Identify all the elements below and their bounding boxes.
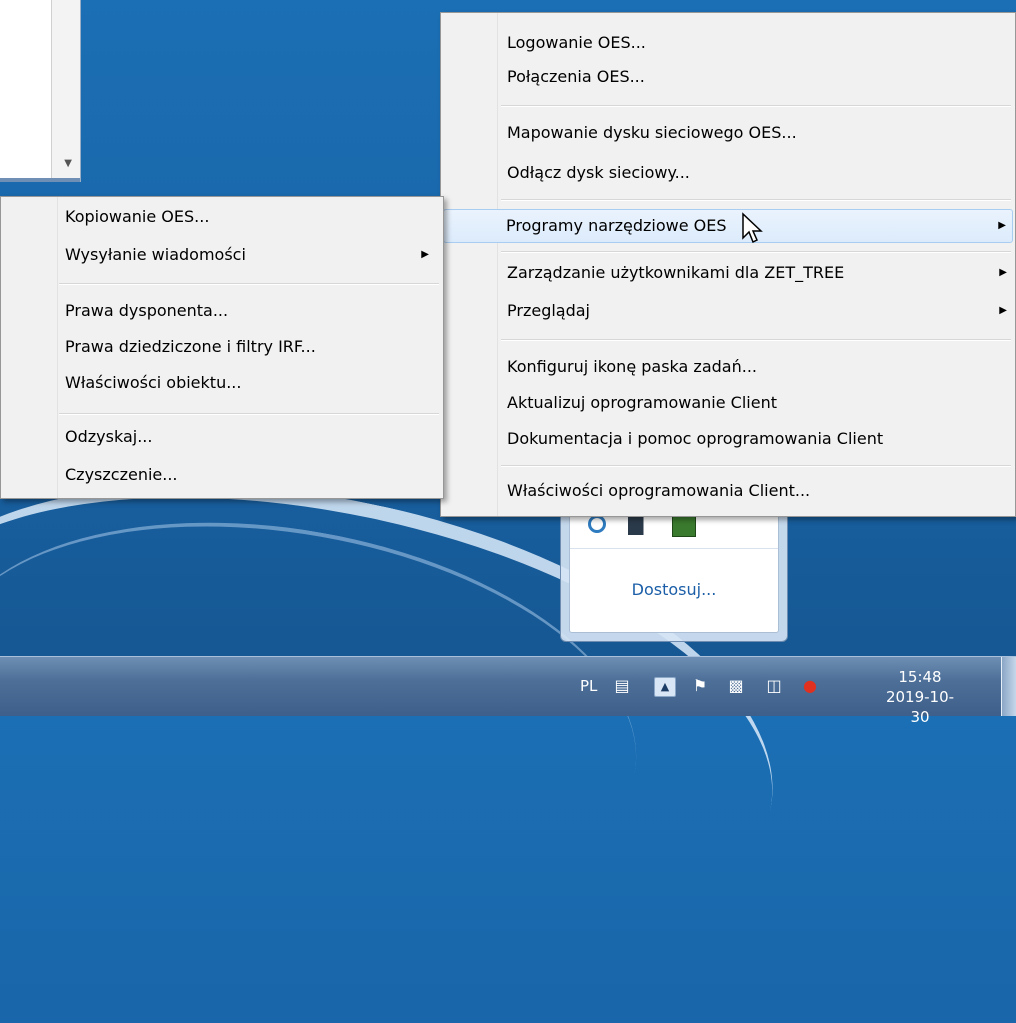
app-icon[interactable] bbox=[672, 515, 696, 537]
menu-separator bbox=[501, 105, 1011, 107]
menu-item-label: Mapowanie dysku sieciowego OES... bbox=[507, 123, 797, 142]
menu-item-browse[interactable]: Przeglądaj ▶ bbox=[443, 295, 1013, 327]
scrollbar[interactable] bbox=[51, 0, 80, 178]
menu-separator bbox=[501, 465, 1011, 467]
menu-item-send-message[interactable]: Wysyłanie wiadomości ▶ bbox=[3, 239, 441, 271]
menu-item-oes-utilities[interactable]: Programy narzędziowe OES ▶ bbox=[443, 209, 1013, 243]
menu-item-oes-login[interactable]: Logowanie OES... bbox=[443, 27, 1013, 59]
sync-icon[interactable] bbox=[588, 515, 606, 533]
chevron-right-icon: ▶ bbox=[998, 220, 1006, 231]
chevron-right-icon: ▶ bbox=[999, 305, 1007, 316]
clock[interactable]: 15:48 2019-10-30 bbox=[880, 667, 960, 727]
menu-item-label: Konfiguruj ikonę paska zadań... bbox=[507, 357, 757, 376]
menu-item-label: Zarządzanie użytkownikami dla ZET_TREE bbox=[507, 263, 845, 282]
menu-item-label: Odzyskaj... bbox=[65, 427, 153, 446]
menu-item-label: Programy narzędziowe OES bbox=[506, 216, 727, 235]
mouse-cursor-icon bbox=[742, 212, 763, 244]
menu-item-label: Odłącz dysk sieciowy... bbox=[507, 163, 690, 182]
show-hidden-icons-button[interactable]: ▲ bbox=[654, 677, 676, 697]
language-indicator[interactable]: PL bbox=[580, 677, 597, 695]
volume-muted-icon[interactable]: ● bbox=[800, 677, 820, 695]
menu-item-label: Aktualizuj oprogramowanie Client bbox=[507, 393, 777, 412]
tray-overflow-icons bbox=[588, 515, 696, 537]
menu-item-salvage[interactable]: Odzyskaj... bbox=[3, 421, 441, 453]
chevron-right-icon: ▶ bbox=[421, 249, 429, 260]
menu-item-purge[interactable]: Czyszczenie... bbox=[3, 459, 441, 491]
menu-item-label: Prawa dysponenta... bbox=[65, 301, 229, 320]
network-icon[interactable]: ◫ bbox=[764, 677, 784, 695]
menu-item-object-properties[interactable]: Właściwości obiektu... bbox=[3, 367, 441, 399]
background-window: ▼ bbox=[0, 0, 81, 182]
printer-icon[interactable]: ▤ bbox=[612, 677, 632, 695]
menu-separator bbox=[501, 339, 1011, 341]
menu-item-documentation-help[interactable]: Dokumentacja i pomoc oprogramowania Clie… bbox=[443, 423, 1013, 455]
client-context-menu: Logowanie OES... Połączenia OES... Mapow… bbox=[440, 12, 1016, 517]
device-icon[interactable]: ▩ bbox=[726, 677, 746, 695]
menu-item-label: Dokumentacja i pomoc oprogramowania Clie… bbox=[507, 429, 884, 448]
clock-time: 15:48 bbox=[898, 668, 942, 686]
dropdown-arrow-icon[interactable]: ▼ bbox=[64, 158, 72, 169]
menu-separator bbox=[501, 199, 1011, 201]
menu-item-trustee-rights[interactable]: Prawa dysponenta... bbox=[3, 295, 441, 327]
menu-separator bbox=[501, 251, 1011, 253]
oes-utilities-submenu: Kopiowanie OES... Wysyłanie wiadomości ▶… bbox=[0, 196, 444, 499]
divider bbox=[570, 548, 778, 549]
show-desktop-button[interactable] bbox=[1001, 657, 1016, 716]
menu-item-update-client[interactable]: Aktualizuj oprogramowanie Client bbox=[443, 387, 1013, 419]
menu-separator bbox=[59, 283, 439, 285]
menu-item-label: Właściwości oprogramowania Client... bbox=[507, 481, 811, 500]
menu-item-inherited-rights-irf[interactable]: Prawa dziedziczone i filtry IRF... bbox=[3, 331, 441, 363]
menu-item-label: Czyszczenie... bbox=[65, 465, 178, 484]
window-border bbox=[0, 178, 80, 182]
menu-item-oes-connections[interactable]: Połączenia OES... bbox=[443, 61, 1013, 93]
menu-item-label: Wysyłanie wiadomości bbox=[65, 245, 246, 264]
menu-item-label: Kopiowanie OES... bbox=[65, 207, 210, 226]
menu-item-label: Przeglądaj bbox=[507, 301, 590, 320]
menu-item-oes-copy[interactable]: Kopiowanie OES... bbox=[3, 201, 441, 233]
customize-link[interactable]: Dostosuj... bbox=[570, 580, 778, 599]
document-icon[interactable] bbox=[628, 515, 650, 535]
taskbar: PL ▤ ▲ ⚑ ▩ ◫ ● 15:48 2019-10-30 bbox=[0, 656, 1016, 726]
chevron-right-icon: ▶ bbox=[999, 267, 1007, 278]
menu-item-label: Połączenia OES... bbox=[507, 67, 645, 86]
menu-item-user-management[interactable]: Zarządzanie użytkownikami dla ZET_TREE ▶ bbox=[443, 257, 1013, 289]
clock-date: 2019-10-30 bbox=[885, 688, 955, 726]
menu-item-client-properties[interactable]: Właściwości oprogramowania Client... bbox=[443, 475, 1013, 507]
menu-item-label: Logowanie OES... bbox=[507, 33, 646, 52]
flag-icon[interactable]: ⚑ bbox=[690, 677, 710, 695]
menu-item-label: Właściwości obiektu... bbox=[65, 373, 242, 392]
menu-item-configure-tray-icon[interactable]: Konfiguruj ikonę paska zadań... bbox=[443, 351, 1013, 383]
menu-item-label: Prawa dziedziczone i filtry IRF... bbox=[65, 337, 316, 356]
menu-item-disconnect-drive[interactable]: Odłącz dysk sieciowy... bbox=[443, 157, 1013, 189]
menu-separator bbox=[59, 413, 439, 415]
menu-item-map-drive[interactable]: Mapowanie dysku sieciowego OES... bbox=[443, 117, 1013, 149]
